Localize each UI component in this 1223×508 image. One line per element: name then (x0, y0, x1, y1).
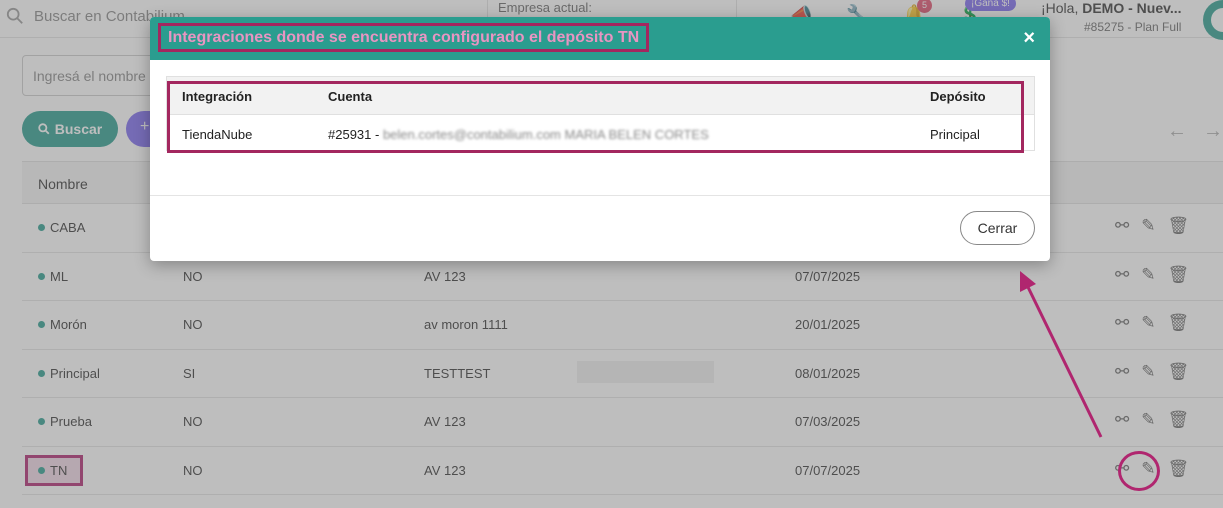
close-icon[interactable]: × (1023, 27, 1035, 50)
table-highlight-box (167, 81, 1024, 153)
annotation-circle (1118, 451, 1160, 491)
integrations-modal: Integraciones donde se encuentra configu… (150, 17, 1050, 261)
modal-header: Integraciones donde se encuentra configu… (150, 17, 1050, 60)
modal-title: Integraciones donde se encuentra configu… (158, 23, 650, 52)
integrations-table: Integración Cuenta Depósito TiendaNube #… (166, 76, 1035, 153)
modal-footer: Cerrar (150, 195, 1050, 261)
close-button[interactable]: Cerrar (960, 211, 1035, 245)
